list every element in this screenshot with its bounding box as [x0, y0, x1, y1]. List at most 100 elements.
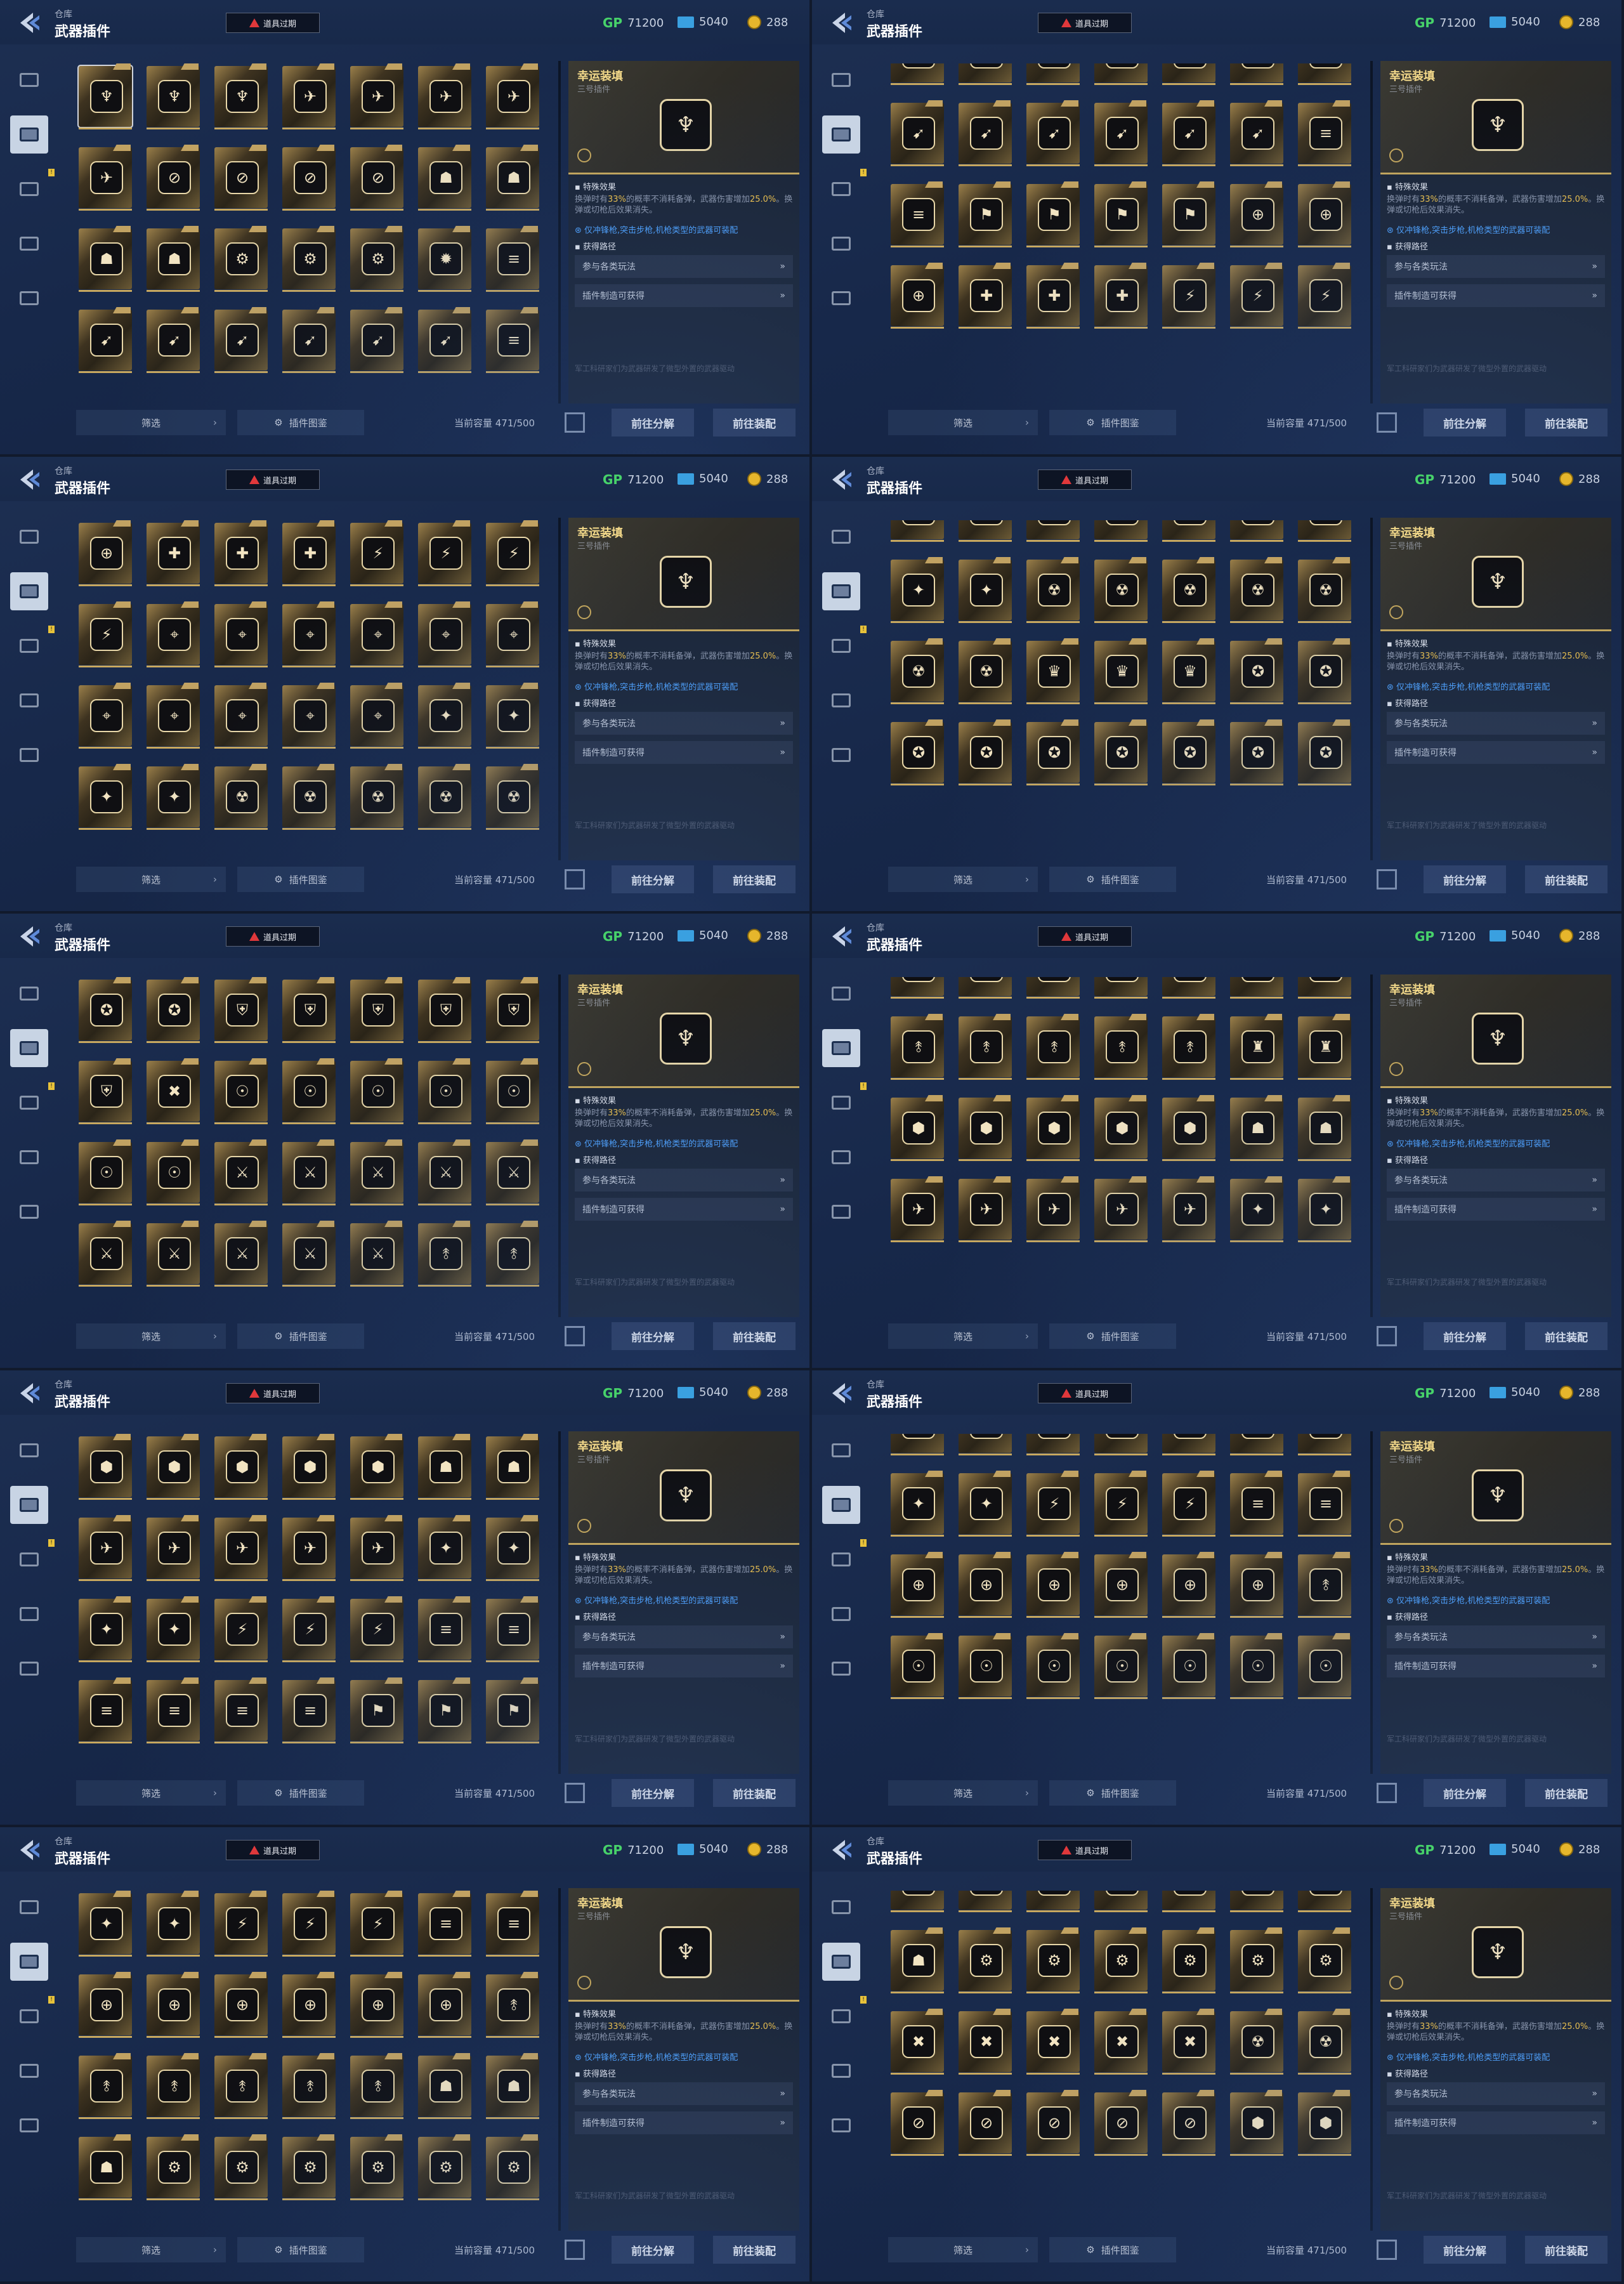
plugin-slot[interactable]: ⊕: [1024, 1552, 1082, 1620]
tab-weapon-plugins[interactable]: [822, 1029, 860, 1067]
plugin-slot[interactable]: ⛨: [348, 977, 406, 1046]
plugin-slot[interactable]: ♆: [76, 63, 134, 132]
plugin-slot[interactable]: ✈: [888, 1176, 946, 1245]
equip-button[interactable]: 前往装配: [1525, 2236, 1608, 2264]
expired-items-button[interactable]: 道具过期: [1038, 1383, 1132, 1403]
equip-button[interactable]: 前往装配: [1525, 865, 1608, 893]
plugin-slot[interactable]: ⥉: [1295, 1552, 1354, 1620]
plugin-slot[interactable]: ≡: [1295, 1434, 1354, 1458]
back-arrow-icon[interactable]: [826, 922, 854, 950]
back-arrow-icon[interactable]: [14, 922, 42, 950]
source-gameplay-link[interactable]: 参与各类玩法»: [1387, 255, 1605, 278]
plugin-slot[interactable]: ⥉: [1092, 1014, 1150, 1082]
tab-consumables[interactable]: [822, 627, 860, 665]
plugin-slot[interactable]: ☗: [888, 1891, 946, 1915]
tab-materials[interactable]: [822, 279, 860, 317]
plugin-slot[interactable]: ☉: [1024, 1633, 1082, 1702]
tab-materials[interactable]: [822, 736, 860, 774]
equip-button[interactable]: 前往装配: [1525, 1779, 1608, 1807]
plugin-slot[interactable]: ☢: [1024, 520, 1082, 544]
equip-button[interactable]: 前往装配: [713, 1322, 796, 1350]
dismantle-button[interactable]: 前往分解: [612, 1322, 694, 1350]
plugin-slot[interactable]: ⌖: [144, 683, 202, 751]
plugin-slot[interactable]: ⚔: [1024, 977, 1082, 1001]
grid-scrollbar[interactable]: [558, 975, 561, 1317]
tab-weapon-plugins[interactable]: [822, 115, 860, 154]
plugin-codex-button[interactable]: ⚙ 插件图鉴: [237, 1323, 364, 1349]
plugin-slot[interactable]: ⚔: [956, 977, 1014, 1001]
plugin-slot[interactable]: ⥉: [348, 2053, 406, 2122]
share-icon[interactable]: [1377, 869, 1397, 889]
plugin-slot[interactable]: ☗: [416, 1434, 474, 1502]
plugin-slot[interactable]: ✖: [956, 2009, 1014, 2077]
plugin-slot[interactable]: ☢: [1228, 2009, 1286, 2077]
source-craft-link[interactable]: 插件制造可获得»: [1387, 741, 1605, 764]
plugin-slot[interactable]: ≡: [483, 307, 542, 376]
plugin-slot[interactable]: ⊕: [1160, 1552, 1218, 1620]
source-gameplay-link[interactable]: 参与各类玩法»: [1387, 712, 1605, 735]
tab-weapons[interactable]: [822, 518, 860, 556]
share-icon[interactable]: [1377, 1326, 1397, 1346]
plugin-slot[interactable]: ⌖: [280, 601, 338, 670]
plugin-slot[interactable]: ⥉: [144, 2053, 202, 2122]
plugin-slot[interactable]: ⌖: [212, 601, 270, 670]
plugin-slot[interactable]: ✪: [1092, 719, 1150, 788]
plugin-slot[interactable]: ✈: [1092, 63, 1150, 88]
dismantle-button[interactable]: 前往分解: [1424, 409, 1506, 436]
plugin-slot[interactable]: ≡: [483, 226, 542, 294]
plugin-slot[interactable]: ⛨: [416, 977, 474, 1046]
plugin-slot[interactable]: ➹: [888, 100, 946, 169]
tab-weapon-plugins[interactable]: [10, 115, 48, 154]
plugin-slot[interactable]: ☢: [416, 764, 474, 832]
back-arrow-icon[interactable]: [826, 9, 854, 37]
plugin-slot[interactable]: ✹: [416, 226, 474, 294]
back-arrow-icon[interactable]: [14, 1379, 42, 1407]
tab-weapon-plugins[interactable]: [10, 1486, 48, 1524]
tab-consumables[interactable]: [10, 627, 48, 665]
plugin-codex-button[interactable]: ⚙ 插件图鉴: [1049, 410, 1176, 435]
plugin-slot[interactable]: ✦: [956, 557, 1014, 626]
source-craft-link[interactable]: 插件制造可获得»: [575, 284, 793, 307]
plugin-slot[interactable]: ⚙: [416, 2134, 474, 2203]
tab-vehicles[interactable]: [10, 225, 48, 263]
plugin-slot[interactable]: ⚡: [280, 1891, 338, 1959]
plugin-slot[interactable]: ☢: [1160, 557, 1218, 626]
plugin-slot[interactable]: ☢: [956, 638, 1014, 707]
plugin-slot[interactable]: ⌖: [416, 601, 474, 670]
grid-scrollbar[interactable]: [1370, 1431, 1373, 1774]
plugin-slot[interactable]: ✚: [956, 263, 1014, 331]
plugin-slot[interactable]: ⊕: [888, 1552, 946, 1620]
plugin-slot[interactable]: ☢: [1024, 557, 1082, 626]
plugin-slot[interactable]: ⚑: [956, 181, 1014, 250]
expired-items-button[interactable]: 道具过期: [226, 13, 320, 33]
plugin-slot[interactable]: ⥉: [888, 1014, 946, 1082]
plugin-slot[interactable]: ➹: [212, 307, 270, 376]
tab-vehicles[interactable]: [822, 2052, 860, 2090]
plugin-slot[interactable]: ⚙: [483, 2134, 542, 2203]
plugin-slot[interactable]: ♛: [1160, 638, 1218, 707]
tab-materials[interactable]: [10, 736, 48, 774]
plugin-slot[interactable]: ✖: [1160, 2009, 1218, 2077]
source-craft-link[interactable]: 插件制造可获得»: [1387, 1655, 1605, 1677]
plugin-slot[interactable]: ⥉: [280, 2053, 338, 2122]
plugin-slot[interactable]: ≡: [1092, 1891, 1150, 1915]
plugin-slot[interactable]: ✈: [348, 63, 406, 132]
equip-button[interactable]: 前往装配: [713, 409, 796, 436]
plugin-slot[interactable]: ⊕: [1092, 1552, 1150, 1620]
plugin-slot[interactable]: ➹: [1092, 100, 1150, 169]
plugin-slot[interactable]: ➹: [144, 307, 202, 376]
plugin-slot[interactable]: ⚔: [280, 1221, 338, 1289]
plugin-slot[interactable]: ⊕: [348, 1972, 406, 2040]
plugin-slot[interactable]: ✦: [1024, 1434, 1082, 1458]
plugin-slot[interactable]: ⊕: [1295, 181, 1354, 250]
plugin-slot[interactable]: ⥉: [483, 1972, 542, 2040]
plugin-slot[interactable]: ♆: [212, 63, 270, 132]
plugin-slot[interactable]: ≡: [1228, 1471, 1286, 1539]
filter-button[interactable]: 筛选 ›: [888, 1780, 1038, 1806]
plugin-slot[interactable]: ⚔: [1160, 977, 1218, 1001]
plugin-slot[interactable]: ☗: [1228, 1095, 1286, 1164]
grid-scrollbar[interactable]: [1370, 975, 1373, 1317]
plugin-slot[interactable]: ⚙: [348, 226, 406, 294]
plugin-slot[interactable]: ⚑: [483, 1677, 542, 1746]
plugin-slot[interactable]: ⚔: [212, 1221, 270, 1289]
